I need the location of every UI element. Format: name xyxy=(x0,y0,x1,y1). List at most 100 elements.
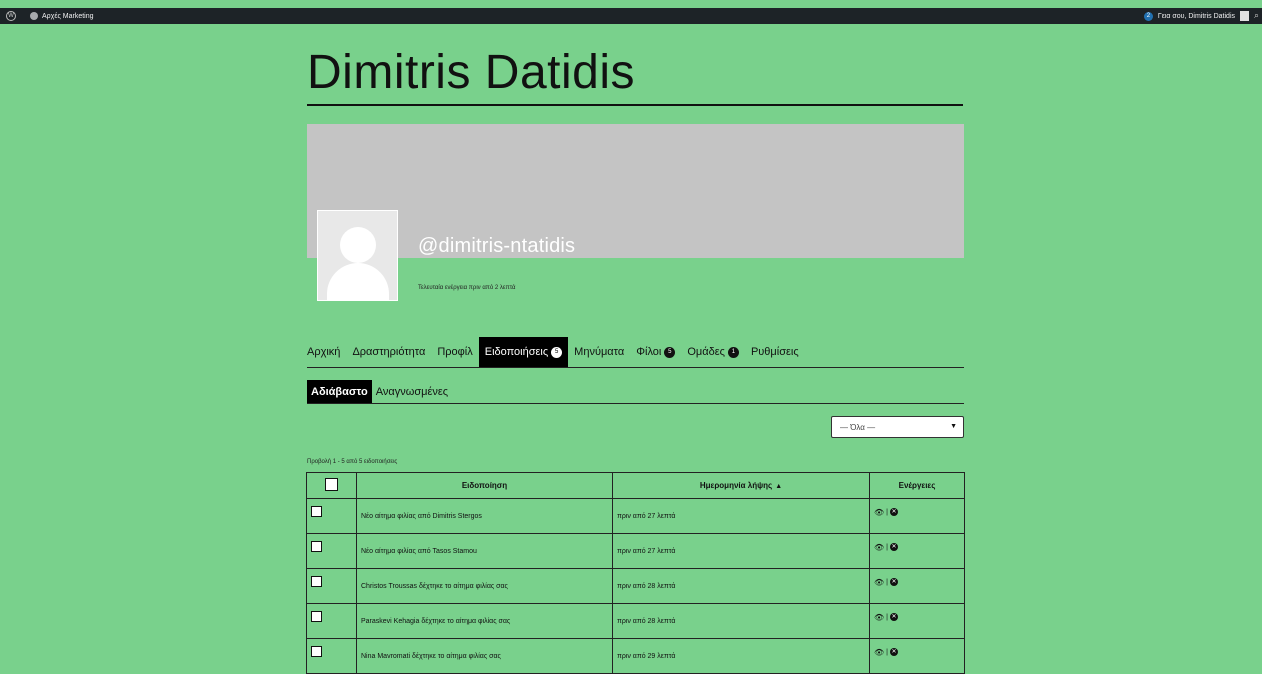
nav-activity[interactable]: Δραστηριότητα xyxy=(346,337,431,367)
tab-unread[interactable]: Αδιάβαστο xyxy=(307,380,372,403)
nav-friends[interactable]: Φίλοι 5 xyxy=(630,337,681,367)
row-checkbox-cell xyxy=(306,638,357,674)
notifications-count-badge: 5 xyxy=(551,346,563,358)
site-name-label: Αρχές Marketing xyxy=(42,12,94,20)
site-title[interactable]: Dimitris Datidis xyxy=(307,44,963,106)
nav-settings-label: Ρυθμίσεις xyxy=(750,346,799,358)
nav-notifications[interactable]: Ειδοποιήσεις 5 xyxy=(478,337,569,367)
x-circle-icon[interactable]: ✕ xyxy=(889,578,898,586)
action-separator: | xyxy=(886,613,888,621)
select-all-checkbox[interactable] xyxy=(325,478,338,491)
table-row: Paraskevi Kehagia δέχτηκε το αίτημα φιλί… xyxy=(306,603,965,639)
nav-messages-label: Μηνύματα xyxy=(574,346,625,358)
admin-bar: W Αρχές Marketing 2 Γεια σου, Dimitris D… xyxy=(0,8,1262,24)
notification-text[interactable]: Nina Mavromati δέχτηκε το αίτημα φιλίας … xyxy=(356,638,613,674)
row-checkbox[interactable] xyxy=(311,540,322,552)
nav-profile[interactable]: Προφίλ xyxy=(431,337,478,367)
profile-avatar[interactable] xyxy=(317,210,398,301)
header-date[interactable]: Ημερομηνία λήψης ▲ xyxy=(612,472,870,499)
x-circle-icon[interactable]: ✕ xyxy=(889,543,898,551)
x-circle-icon[interactable]: ✕ xyxy=(889,648,898,656)
last-active: Τελευταία ενέργεια πριν από 2 λεπτά xyxy=(418,285,516,291)
eye-icon[interactable]: 👁 xyxy=(874,578,884,587)
notification-actions: 👁 | ✕ xyxy=(869,498,965,534)
header-date-label: Ημερομηνία λήψης xyxy=(699,481,773,490)
action-separator: | xyxy=(886,508,888,516)
pagination-count: Προβολή 1 - 5 από 5 ειδοποιήσεις xyxy=(307,459,398,465)
nav-activity-label: Δραστηριότητα xyxy=(352,346,426,358)
row-checkbox-cell xyxy=(306,568,357,604)
select-all-header xyxy=(306,472,357,499)
row-checkbox[interactable] xyxy=(311,575,322,587)
action-separator: | xyxy=(886,578,888,586)
notification-text[interactable]: Νέο αίτημα φιλίας από Dimitris Stergos xyxy=(356,498,613,534)
table-row: Νέο αίτημα φιλίας από Dimitris Stergos π… xyxy=(306,498,965,534)
notification-link[interactable]: Paraskevi Kehagia δέχτηκε το αίτημα φιλί… xyxy=(361,618,510,625)
nav-notifications-label: Ειδοποιήσεις xyxy=(484,346,549,358)
tab-read[interactable]: Αναγνωσμένες xyxy=(372,380,452,403)
nav-friends-label: Φίλοι xyxy=(636,346,662,358)
notifications-sub-nav: Αδιάβαστο Αναγνωσμένες xyxy=(307,380,964,404)
sort-asc-icon: ▲ xyxy=(775,483,783,490)
action-separator: | xyxy=(886,648,888,656)
notification-text[interactable]: Νέο αίτημα φιλίας από Tasos Stamou xyxy=(356,533,613,569)
row-checkbox[interactable] xyxy=(311,505,322,517)
nav-settings[interactable]: Ρυθμίσεις xyxy=(745,337,805,367)
notification-date: πριν από 29 λεπτά xyxy=(612,638,870,674)
notification-text[interactable]: Paraskevi Kehagia δέχτηκε το αίτημα φιλί… xyxy=(356,603,613,639)
row-checkbox[interactable] xyxy=(311,645,322,657)
eye-icon[interactable]: 👁 xyxy=(874,648,884,657)
notifications-filter-select[interactable]: — Όλα — ▼ xyxy=(831,416,964,438)
row-checkbox-cell xyxy=(306,498,357,534)
home-icon xyxy=(30,12,38,20)
nav-groups-label: Ομάδες xyxy=(687,346,725,358)
admin-bar-right: 2 Γεια σου, Dimitris Datidis ⌕ xyxy=(1143,8,1262,24)
cover-image xyxy=(307,124,964,258)
notification-actions: 👁 | ✕ xyxy=(869,638,965,674)
nav-home-label: Αρχική xyxy=(307,346,341,358)
nav-groups[interactable]: Ομάδες 1 xyxy=(681,337,745,367)
nav-messages[interactable]: Μηνύματα xyxy=(568,337,630,367)
avatar-head-shape xyxy=(340,227,376,263)
row-checkbox-cell xyxy=(306,603,357,639)
nav-home[interactable]: Αρχική xyxy=(307,337,346,367)
eye-icon[interactable]: 👁 xyxy=(874,543,884,552)
notification-date: πριν από 27 λεπτά xyxy=(612,533,870,569)
notification-link[interactable]: Nina Mavromati δέχτηκε το αίτημα φιλίας … xyxy=(361,653,501,660)
table-header-row: Ειδοποίηση Ημερομηνία λήψης ▲ Ενέργειες xyxy=(306,472,965,499)
x-circle-icon[interactable]: ✕ xyxy=(889,613,898,621)
eye-icon[interactable]: 👁 xyxy=(874,613,884,622)
profile-handle: @dimitris-ntatidis xyxy=(418,235,576,257)
notification-actions: 👁 | ✕ xyxy=(869,533,965,569)
notification-actions: 👁 | ✕ xyxy=(869,603,965,639)
search-icon[interactable]: ⌕ xyxy=(1254,10,1262,22)
notification-date: πριν από 28 λεπτά xyxy=(612,603,870,639)
chevron-down-icon: ▼ xyxy=(950,423,957,430)
profile-main-nav: Αρχική Δραστηριότητα Προφίλ Ειδοποιήσεις… xyxy=(307,337,964,368)
notifications-table: Ειδοποίηση Ημερομηνία λήψης ▲ Ενέργειες Ν… xyxy=(306,472,965,674)
admin-notifications-badge[interactable]: 2 xyxy=(1143,11,1153,21)
table-row: Νέο αίτημα φιλίας από Tasos Stamou πριν … xyxy=(306,533,965,569)
notification-link[interactable]: Νέο αίτημα φιλίας από Dimitris Stergos xyxy=(361,513,482,520)
notification-link[interactable]: Νέο αίτημα φιλίας από Tasos Stamou xyxy=(361,548,477,555)
table-row: Christos Troussas δέχτηκε το αίτημα φιλί… xyxy=(306,568,965,604)
notification-date: πριν από 28 λεπτά xyxy=(612,568,870,604)
notification-link[interactable]: Christos Troussas δέχτηκε το αίτημα φιλί… xyxy=(361,583,508,590)
row-checkbox[interactable] xyxy=(311,610,322,622)
notification-date: πριν από 27 λεπτά xyxy=(612,498,870,534)
eye-icon[interactable]: 👁 xyxy=(874,508,884,517)
account-greeting[interactable]: Γεια σου, Dimitris Datidis xyxy=(1158,13,1235,20)
wordpress-icon[interactable]: W xyxy=(6,11,16,21)
groups-count-badge: 1 xyxy=(727,346,739,358)
notification-text[interactable]: Christos Troussas δέχτηκε το αίτημα φιλί… xyxy=(356,568,613,604)
friends-count-badge: 5 xyxy=(664,346,676,358)
notification-actions: 👁 | ✕ xyxy=(869,568,965,604)
nav-profile-label: Προφίλ xyxy=(437,346,473,358)
site-name-link[interactable]: Αρχές Marketing xyxy=(30,8,94,24)
account-avatar[interactable] xyxy=(1240,11,1249,21)
header-notification[interactable]: Ειδοποίηση xyxy=(356,472,613,499)
filter-selected-value: — Όλα — xyxy=(840,422,876,432)
x-circle-icon[interactable]: ✕ xyxy=(889,508,898,516)
header-actions: Ενέργειες xyxy=(869,472,965,499)
table-row: Nina Mavromati δέχτηκε το αίτημα φιλίας … xyxy=(306,638,965,674)
